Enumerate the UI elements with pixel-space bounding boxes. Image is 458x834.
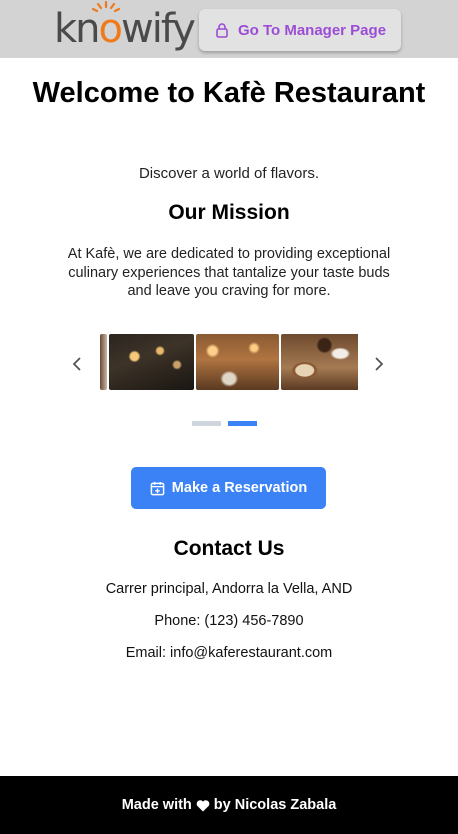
calendar-icon — [150, 481, 165, 495]
reservation-button-label: Make a Reservation — [171, 480, 308, 496]
chevron-left-icon — [72, 357, 81, 371]
lock-icon — [216, 23, 228, 38]
image-carousel[interactable] — [100, 334, 358, 390]
carousel-next-button[interactable] — [368, 352, 390, 376]
contact-heading: Contact Us — [173, 537, 285, 560]
page-footer: Made with by Nicolas Zabala — [0, 776, 458, 834]
latte-and-dessert-image — [281, 334, 358, 390]
top-header: knowify Go To Manager Page — [0, 0, 458, 58]
manager-button-label: Go To Manager Page — [237, 21, 387, 39]
footer-author: by Nicolas Zabala — [213, 797, 337, 813]
carousel-dot-2-active[interactable] — [228, 421, 257, 426]
chevron-right-icon — [375, 357, 384, 371]
contact-email: Email: info@kaferestaurant.com — [125, 645, 333, 661]
go-to-manager-button[interactable]: Go To Manager Page — [199, 9, 401, 51]
carousel-dot-1[interactable] — [192, 421, 221, 426]
carousel-prev-button[interactable] — [66, 352, 88, 376]
contact-address: Carrer principal, Andorra la Vella, AND — [105, 581, 353, 597]
contact-phone: Phone: (123) 456-7890 — [154, 613, 304, 629]
cafe-bar-image — [196, 334, 279, 390]
tagline: Discover a world of flavors. — [138, 165, 320, 182]
knowify-logo[interactable]: knowify — [54, 0, 196, 56]
page-title: Welcome to Kafè Restaurant — [32, 77, 426, 109]
mission-text: At Kafè, we are dedicated to providing e… — [67, 246, 391, 299]
carousel-slide-partial — [100, 334, 107, 390]
logo-rays-icon — [92, 0, 120, 13]
restaurant-interior-image — [109, 334, 194, 390]
mission-heading: Our Mission — [168, 201, 290, 224]
heart-icon — [196, 799, 210, 811]
footer-made-with: Made with — [121, 797, 192, 813]
make-reservation-button[interactable]: Make a Reservation — [131, 467, 326, 509]
